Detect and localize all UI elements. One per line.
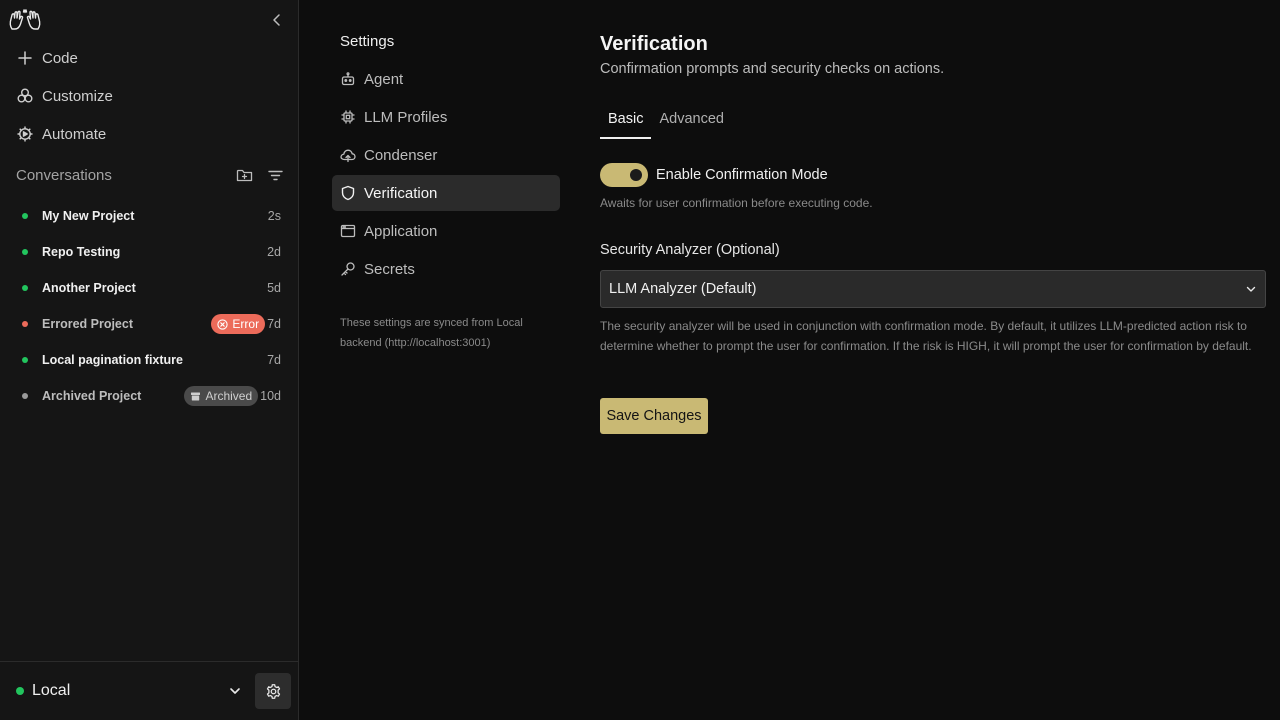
backend-select[interactable]: Local (16, 679, 242, 703)
customize-icon (16, 87, 34, 105)
conversations-header: Conversations (16, 165, 284, 185)
tab-advanced[interactable]: Advanced (651, 109, 732, 139)
nav-automate-label: Automate (42, 125, 107, 143)
settings-item-agent[interactable]: Agent (332, 61, 560, 97)
conversation-item[interactable]: Local pagination fixture 7d (0, 342, 299, 378)
conversation-time: 7d (267, 317, 281, 331)
conversations-title: Conversations (16, 166, 112, 184)
settings-item-verification[interactable]: Verification (332, 175, 560, 211)
archived-badge: Archived (184, 386, 259, 406)
conversation-item[interactable]: My New Project 2s (0, 198, 299, 234)
cloud-icon (340, 147, 356, 163)
robot-icon (340, 71, 356, 87)
status-dot-active (22, 285, 28, 291)
archive-box-icon (190, 391, 201, 402)
nav-automate[interactable]: Automate (16, 122, 106, 146)
status-dot-active (22, 357, 28, 363)
archived-badge-label: Archived (205, 389, 253, 403)
conversation-list: My New Project 2s Repo Testing 2d Anothe… (0, 198, 299, 414)
nav-code-label: Code (42, 49, 78, 67)
settings-item-label: Secrets (364, 260, 415, 278)
sidebar-footer: Local (0, 661, 299, 720)
settings-item-condenser[interactable]: Condenser (332, 137, 560, 173)
settings-item-label: LLM Profiles (364, 108, 448, 126)
tab-bar: Basic Advanced (600, 109, 1266, 139)
chevron-left-icon (273, 14, 280, 26)
security-analyzer-value: LLM Analyzer (Default) (609, 281, 757, 297)
status-dot-active (22, 213, 28, 219)
gear-icon (265, 683, 282, 700)
settings-item-label: Verification (364, 184, 438, 202)
backend-label: Local (32, 682, 71, 699)
window-icon (340, 223, 356, 239)
security-analyzer-label: Security Analyzer (Optional) (600, 242, 780, 258)
conversation-time: 2d (267, 245, 281, 259)
conversation-time: 5d (267, 281, 281, 295)
settings-nav: Settings Agent LLM Profiles Condenser Ve… (332, 30, 560, 353)
confirmation-mode-row: Enable Confirmation Mode (600, 163, 1266, 187)
error-circle-icon (217, 318, 229, 330)
security-analyzer-help: The security analyzer will be used in co… (600, 319, 1252, 353)
status-dot-error (22, 321, 28, 327)
status-dot-active (22, 249, 28, 255)
automate-icon (16, 125, 34, 143)
error-badge-label: Error (232, 317, 260, 331)
confirmation-mode-hint: Awaits for user confirmation before exec… (600, 196, 873, 210)
save-changes-button[interactable]: Save Changes (600, 398, 708, 434)
nav-code[interactable]: Code (16, 46, 78, 70)
key-icon (340, 261, 356, 277)
settings-button[interactable] (255, 673, 291, 709)
settings-item-application[interactable]: Application (332, 213, 560, 249)
page-subtitle: Confirmation prompts and security checks… (600, 61, 945, 77)
backend-status-dot (16, 687, 24, 695)
main-content: Verification Confirmation prompts and se… (600, 30, 1266, 434)
settings-item-secrets[interactable]: Secrets (332, 251, 560, 287)
tab-basic[interactable]: Basic (600, 109, 652, 139)
conversation-time: 2s (267, 209, 281, 223)
conversation-name: Errored Project (42, 317, 134, 331)
conversation-item[interactable]: Errored Project Error 7d (0, 306, 299, 342)
confirmation-mode-label: Enable Confirmation Mode (656, 167, 828, 183)
nav-customize[interactable]: Customize (16, 84, 113, 108)
error-badge: Error (211, 314, 266, 334)
settings-item-label: Application (364, 222, 438, 240)
conversation-time: 10d (260, 389, 281, 403)
nav-customize-label: Customize (42, 87, 113, 105)
page-title: Verification (600, 33, 708, 55)
conversation-item[interactable]: Repo Testing 2d (0, 234, 299, 270)
conversation-item[interactable]: Another Project 5d (0, 270, 299, 306)
conversation-name: Archived Project (42, 389, 142, 403)
conversation-item[interactable]: Archived Project Archived 10d (0, 378, 299, 414)
collapse-sidebar-button[interactable] (270, 13, 284, 27)
sidebar: Code Customize Automate Conversations My… (0, 0, 299, 720)
conversation-name: Local pagination fixture (42, 353, 183, 367)
security-analyzer-select[interactable]: LLM Analyzer (Default) (600, 270, 1266, 308)
status-dot-archived (22, 393, 28, 399)
plus-icon (16, 49, 34, 67)
sync-note: These settings are synced from Local bac… (340, 317, 523, 349)
settings-item-label: Agent (364, 70, 404, 88)
new-folder-icon[interactable] (236, 167, 253, 184)
conversation-name: Repo Testing (42, 245, 121, 259)
shield-icon (340, 185, 356, 201)
waving-hands-icon[interactable] (8, 9, 42, 31)
conversation-name: Another Project (42, 281, 136, 295)
filter-icon[interactable] (267, 167, 284, 184)
chevron-down-icon (228, 684, 242, 698)
toggle-knob (630, 169, 642, 181)
conversation-name: My New Project (42, 209, 135, 223)
chevron-down-icon (1245, 283, 1257, 295)
conversation-time: 7d (267, 353, 281, 367)
settings-item-label: Condenser (364, 146, 438, 164)
chip-icon (340, 109, 356, 125)
confirmation-mode-toggle[interactable] (600, 163, 648, 187)
settings-item-llm-profiles[interactable]: LLM Profiles (332, 99, 560, 135)
settings-heading: Settings (340, 33, 395, 50)
